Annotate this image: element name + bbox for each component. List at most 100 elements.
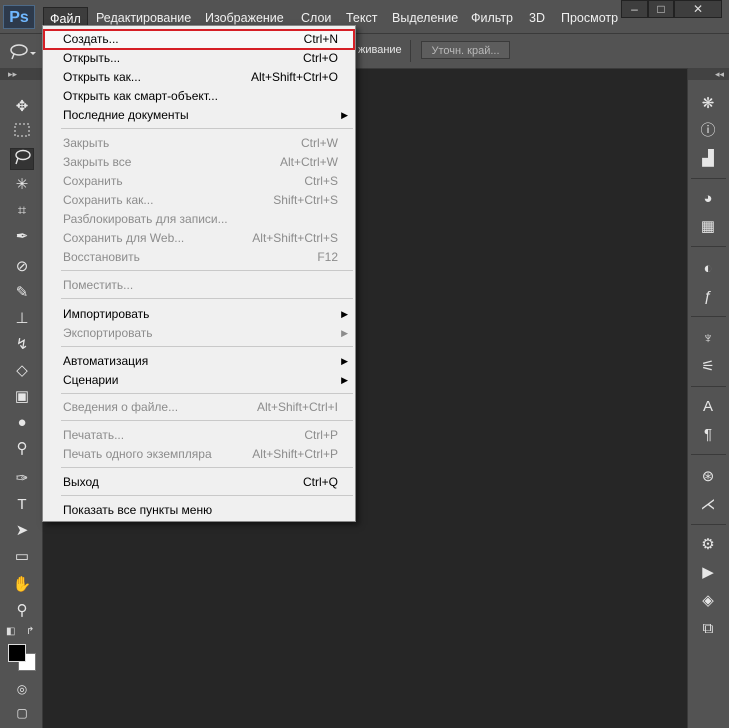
menu-item-close[interactable]: Закрыть Ctrl+W: [44, 134, 354, 153]
tools-collapse-button[interactable]: ▸▸: [0, 68, 42, 80]
restore-button[interactable]: □: [648, 0, 674, 18]
crop-tool-icon[interactable]: ⌗: [10, 200, 34, 222]
history-icon[interactable]: ⧉: [696, 618, 720, 640]
rectangle-tool-icon[interactable]: ▭: [10, 546, 34, 568]
zoom-tool-icon[interactable]: ⚲: [10, 600, 34, 622]
menu-item-label: Открыть как смарт-объект...: [63, 89, 218, 103]
menu-item-shortcut: Ctrl+S: [304, 174, 338, 188]
menu-item-import[interactable]: Импортировать ▶: [44, 305, 354, 324]
menu-item-shortcut: Alt+Ctrl+W: [279, 155, 338, 169]
move-tool-icon[interactable]: ✥: [10, 96, 34, 118]
pen-tool-icon[interactable]: ✑: [10, 468, 34, 490]
menu-item-revert[interactable]: Восстановить F12: [44, 248, 354, 267]
menu-item-label: Выход: [63, 475, 99, 489]
divider: [691, 246, 726, 247]
swap-colors-icon[interactable]: ↱: [26, 626, 34, 637]
menu-item-recent-documents[interactable]: Последние документы ▶: [44, 106, 354, 125]
eraser-tool-icon[interactable]: ◇: [10, 360, 34, 382]
menu-item-check-in[interactable]: Разблокировать для записи...: [44, 210, 354, 229]
swatches-icon[interactable]: ◕: [696, 188, 720, 210]
history-brush-tool-icon[interactable]: ↯: [10, 334, 34, 356]
divider: [410, 40, 411, 62]
menu-3d[interactable]: 3D: [529, 8, 545, 28]
brush-presets-icon[interactable]: ⚟: [696, 356, 720, 378]
photoshop-logo: Ps: [3, 5, 35, 29]
close-button[interactable]: ✕: [674, 0, 722, 18]
menu-item-shortcut: Ctrl+O: [302, 51, 338, 65]
lasso-tool-icon[interactable]: [10, 148, 34, 170]
blur-tool-icon[interactable]: ●: [10, 412, 34, 434]
menu-item-label: Экспортировать: [63, 326, 153, 340]
menu-filter[interactable]: Фильтр: [471, 8, 513, 28]
tool-presets-icon[interactable]: ⚙: [696, 534, 720, 556]
screen-mode-icon[interactable]: ▢: [10, 702, 34, 724]
menu-item-save[interactable]: Сохранить Ctrl+S: [44, 172, 354, 191]
default-colors-icon[interactable]: ◧: [6, 626, 15, 637]
clone-stamp-tool-icon[interactable]: ⊥: [10, 308, 34, 330]
styles-icon[interactable]: ƒ: [696, 286, 720, 308]
menu-item-label: Импортировать: [63, 307, 150, 321]
histogram-icon[interactable]: ▟: [696, 148, 720, 170]
eyedropper-tool-icon[interactable]: ✒: [10, 226, 34, 248]
menu-item-open-smart-object[interactable]: Открыть как смарт-объект...: [44, 87, 354, 106]
healing-brush-tool-icon[interactable]: ⊘: [10, 256, 34, 278]
menu-item-exit[interactable]: Выход Ctrl+Q: [44, 473, 354, 492]
brush-tool-icon[interactable]: ✎: [10, 282, 34, 304]
minimize-button[interactable]: –: [621, 0, 648, 18]
panel-dock: ◂◂ ❋ ⓘ ▟ ◕ ▦ ◐ ƒ ♆ ⚟ A ¶ ⊛ ⋌ ⚙ ▶ ◈ ⧉: [687, 68, 729, 728]
foreground-color-swatch[interactable]: [8, 644, 26, 662]
menu-item-label: Закрыть все: [63, 155, 132, 169]
paths-icon[interactable]: ⋌: [696, 494, 720, 516]
menu-item-label: Печать одного экземпляра: [63, 447, 212, 461]
menu-item-place[interactable]: Поместить...: [44, 276, 354, 295]
lasso-preset-icon[interactable]: [8, 42, 44, 60]
type-tool-icon[interactable]: T: [10, 494, 34, 516]
magic-wand-tool-icon[interactable]: ✳: [10, 174, 34, 196]
brushes-icon[interactable]: ♆: [696, 328, 720, 350]
menu-item-shortcut: Alt+Shift+Ctrl+P: [252, 447, 338, 461]
color-grid-icon[interactable]: ▦: [696, 216, 720, 238]
menu-separator: [61, 128, 353, 129]
menu-item-label: Закрыть: [63, 136, 110, 150]
menu-select[interactable]: Выделение: [392, 8, 458, 28]
paragraph-icon[interactable]: ¶: [696, 424, 720, 446]
menu-item-close-all[interactable]: Закрыть все Alt+Ctrl+W: [44, 153, 354, 172]
actions-icon[interactable]: ▶: [696, 562, 720, 584]
refine-edge-button[interactable]: Уточн. край...: [421, 41, 510, 59]
menu-item-print-one-copy[interactable]: Печать одного экземпляра Alt+Shift+Ctrl+P: [44, 445, 354, 464]
dodge-tool-icon[interactable]: ⚲: [10, 438, 34, 460]
menu-item-save-for-web[interactable]: Сохранить для Web... Alt+Shift+Ctrl+S: [44, 229, 354, 248]
menu-item-scripts[interactable]: Сценарии ▶: [44, 371, 354, 390]
divider: [691, 178, 726, 179]
menu-item-open[interactable]: Открыть... Ctrl+O: [44, 49, 354, 68]
character-icon[interactable]: A: [696, 396, 720, 418]
menu-item-save-as[interactable]: Сохранить как... Shift+Ctrl+S: [44, 191, 354, 210]
menu-item-label: Открыть как...: [63, 70, 141, 84]
menu-item-new[interactable]: Создать... Ctrl+N: [43, 29, 355, 50]
channels-icon[interactable]: ⊛: [696, 466, 720, 488]
menu-separator: [61, 467, 353, 468]
menu-item-label: Сведения о файле...: [63, 400, 179, 414]
menu-item-file-info[interactable]: Сведения о файле... Alt+Shift+Ctrl+I: [44, 398, 354, 417]
menu-item-open-as[interactable]: Открыть как... Alt+Shift+Ctrl+O: [44, 68, 354, 87]
menu-item-automate[interactable]: Автоматизация ▶: [44, 352, 354, 371]
layers-icon[interactable]: ◈: [696, 590, 720, 612]
adjustments-icon[interactable]: ◐: [696, 258, 720, 280]
quick-mask-icon[interactable]: ◎: [10, 678, 34, 700]
navigator-icon[interactable]: ❋: [696, 93, 720, 115]
menu-item-show-all[interactable]: Показать все пункты меню: [44, 501, 354, 520]
info-icon[interactable]: ⓘ: [696, 120, 720, 142]
panels-collapse-button[interactable]: ◂◂: [688, 68, 729, 80]
menu-item-label: Поместить...: [63, 278, 134, 292]
menu-item-export[interactable]: Экспортировать ▶: [44, 324, 354, 343]
menu-item-label: Создать...: [63, 32, 119, 46]
submenu-arrow-icon: ▶: [341, 110, 348, 120]
menu-item-print[interactable]: Печатать... Ctrl+P: [44, 426, 354, 445]
hand-tool-icon[interactable]: ✋: [10, 574, 34, 596]
gradient-tool-icon[interactable]: ▣: [10, 386, 34, 408]
menu-separator: [61, 270, 353, 271]
path-selection-tool-icon[interactable]: ➤: [10, 520, 34, 542]
menu-view[interactable]: Просмотр: [561, 8, 621, 28]
menu-separator: [61, 298, 353, 299]
marquee-tool-icon[interactable]: [10, 122, 34, 144]
